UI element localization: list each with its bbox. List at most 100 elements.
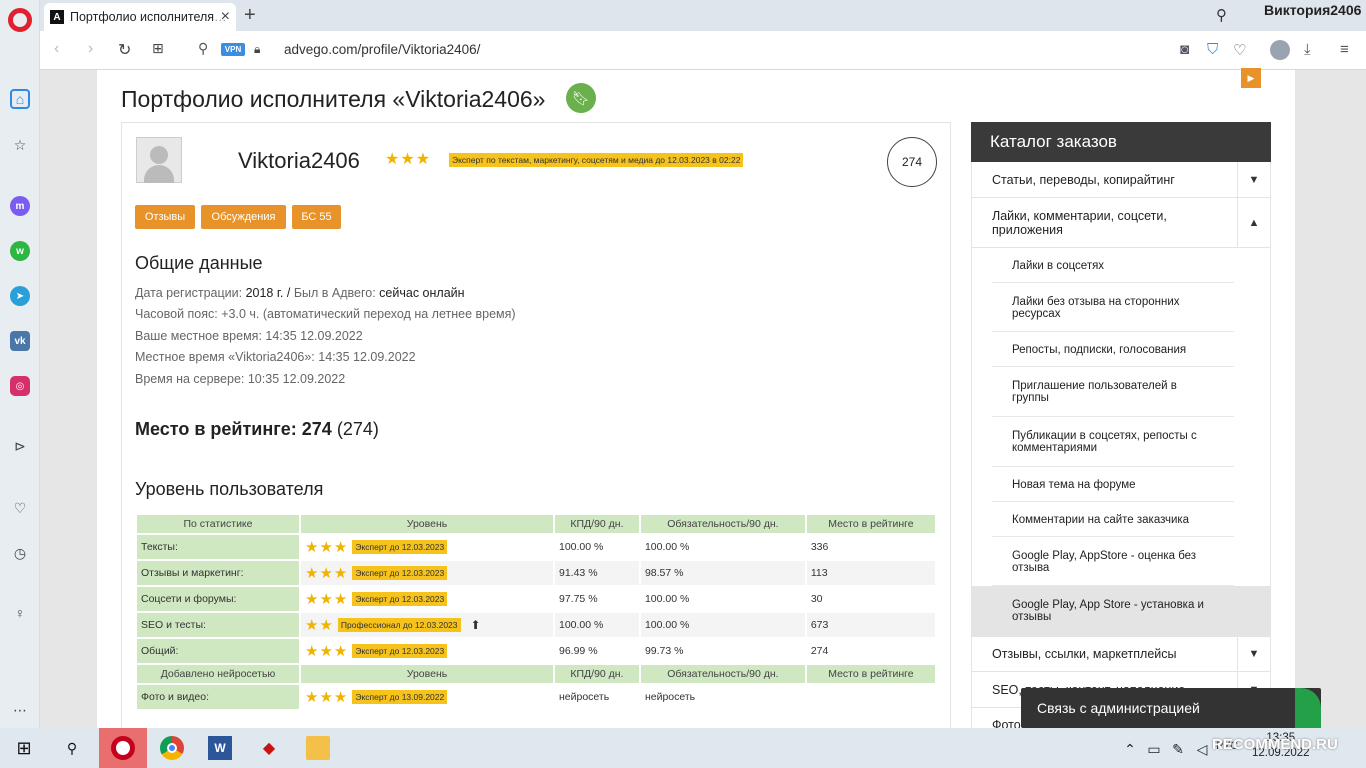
discussions-button[interactable]: Обсуждения: [201, 205, 286, 229]
table-row: Фото и видео: ★★★ Эксперт до 13.09.2022 н…: [137, 685, 935, 709]
catalog-subitem[interactable]: Лайки без отзыва на сторонних ресурсах: [971, 283, 1271, 332]
rank-line: Место в рейтинге: 274 (274): [135, 419, 379, 439]
level-heading: Уровень пользователя: [135, 479, 324, 499]
tips-icon[interactable]: ♀: [10, 603, 30, 623]
volume-icon[interactable]: ◁: [1190, 737, 1214, 761]
table-header-row-neuro: Добавлено нейросетью Уровень КПД/90 дн. Обя…: [137, 665, 935, 683]
new-tab-icon[interactable]: +: [244, 4, 256, 27]
explorer-icon[interactable]: [306, 736, 330, 760]
avatar: [136, 137, 182, 183]
tab-bar: A Портфолио исполнителя… × + ⚲ Виктория2…: [40, 0, 1366, 31]
catalog-subitem[interactable]: Google Play, AppStore - оценка без отзыв…: [971, 537, 1271, 586]
network-icon[interactable]: ▭: [1142, 737, 1166, 761]
tabs-grid-icon[interactable]: ⊞: [152, 40, 164, 57]
close-tab-icon[interactable]: ×: [221, 8, 230, 26]
watermark: RECOMMEND.RU: [1212, 736, 1338, 753]
app-icon[interactable]: ◆: [257, 736, 281, 760]
catalog-title: Каталог заказов: [971, 122, 1271, 162]
content-area: Портфолио исполнителя «Viktoria2406» 🔖︎ …: [97, 70, 1295, 742]
catalog-section[interactable]: Лайки, комментарии, соцсети, приложения ▲: [971, 198, 1271, 248]
user-time-info: Местное время «Viktoria2406»: 14:35 12.0…: [135, 350, 416, 364]
advego-favicon-icon: A: [50, 10, 64, 24]
support-chat-button[interactable]: Связь с администрацией: [1021, 688, 1321, 728]
timezone-info: Часовой пояс: +3.0 ч. (автоматический пе…: [135, 307, 516, 321]
star-icon[interactable]: ☆: [10, 135, 30, 155]
catalog-subitem[interactable]: Репосты, подписки, голосования: [971, 332, 1271, 367]
reload-icon[interactable]: ↻: [118, 40, 131, 60]
username: Viktoria2406: [238, 148, 360, 173]
bookmark-icon[interactable]: 🔖︎: [566, 83, 596, 113]
server-time-info: Время на сервере: 10:35 12.09.2022: [135, 372, 346, 386]
user-label: Виктория2406: [1264, 2, 1362, 18]
whatsapp-icon[interactable]: w: [10, 241, 30, 261]
tab-portfolio[interactable]: A Портфолио исполнителя… ×: [44, 3, 236, 31]
taskbar: ⊞ ⚲ W ◆ ⌃ ▭ ✎ ◁ РУС 13:35 12.09.2022 RECO…: [0, 728, 1366, 768]
general-heading: Общие данные: [135, 253, 263, 273]
vpn-badge[interactable]: VPN: [221, 43, 245, 56]
table-header-row: По статистике Уровень КПД/90 дн. Обязательн…: [137, 515, 935, 533]
catalog-subitem[interactable]: Комментарии на сайте заказчика: [971, 502, 1271, 537]
catalog-subitem-active[interactable]: Google Play, App Store - установка и отз…: [971, 586, 1271, 636]
telegram-icon[interactable]: ➤: [10, 286, 30, 306]
stats-table: По статистике Уровень КПД/90 дн. Обязательн…: [135, 513, 937, 711]
menu-icon[interactable]: ≡: [1340, 41, 1349, 58]
instagram-icon[interactable]: ◎: [10, 376, 30, 396]
table-row: Отзывы и маркетинг: ★★★ Эксперт до 12.03.…: [137, 561, 935, 585]
search-icon[interactable]: ⚲: [60, 736, 84, 760]
pen-icon[interactable]: ✎: [1166, 737, 1190, 761]
chrome-icon[interactable]: [160, 736, 184, 760]
expert-badge: Эксперт по текстам, маркетингу, соцсетям…: [449, 153, 744, 167]
table-row: SEO и тесты: ★★ Профессионал до 12.03.202…: [137, 613, 935, 637]
catalog-subitem[interactable]: Приглашение пользователей в группы: [971, 367, 1271, 417]
shield-icon[interactable]: ⛉: [1207, 41, 1218, 58]
catalog-panel: Каталог заказов Статьи, переводы, копира…: [971, 122, 1271, 742]
search-icon[interactable]: ⚲: [198, 40, 208, 57]
table-row: Тексты: ★★★ Эксперт до 12.03.2023 100.00 …: [137, 535, 935, 559]
download-icon[interactable]: ⤓: [1304, 41, 1311, 58]
lock-icon: 🔒︎: [254, 42, 261, 56]
tab-title: Портфолио исполнителя: [70, 10, 215, 24]
heart-icon[interactable]: ♡: [10, 498, 30, 518]
heart-icon[interactable]: ♡: [1233, 41, 1246, 59]
home-icon[interactable]: ⌂: [10, 89, 30, 109]
chevron-up-icon[interactable]: ▲: [1237, 198, 1270, 247]
catalog-subitem[interactable]: Лайки в соцсетях: [971, 248, 1271, 283]
catalog-section[interactable]: Статьи, переводы, копирайтинг ▼: [971, 162, 1271, 198]
reviews-button[interactable]: Отзывы: [135, 205, 195, 229]
side-tab-arrow-icon[interactable]: ▶: [1241, 68, 1261, 88]
registration-info: Дата регистрации: 2018 г. / Был в Адвего…: [135, 286, 465, 300]
camera-icon[interactable]: ◙: [1180, 41, 1189, 58]
catalog-subitem[interactable]: Публикации в соцсетях, репосты с коммент…: [971, 417, 1271, 467]
rank-circle: 274: [887, 137, 937, 187]
vk-icon[interactable]: vk: [10, 331, 30, 351]
profile-icon[interactable]: [1270, 40, 1290, 60]
windows-start-icon[interactable]: ⊞: [12, 736, 36, 760]
address-bar: ‹ › ↻ ⊞ ⚲ VPN 🔒︎ advego.com/profile/Vikt…: [40, 31, 1366, 70]
catalog-subitem[interactable]: Новая тема на форуме: [971, 467, 1271, 502]
bs-button[interactable]: БС 55: [292, 205, 341, 229]
profile-card: Viktoria2406 ★★★ Эксперт по текстам, мар…: [121, 122, 951, 742]
player-icon[interactable]: ⊳: [10, 436, 30, 456]
more-icon[interactable]: ⋯: [10, 700, 30, 720]
opera-logo-icon[interactable]: [8, 8, 32, 32]
rating-stars: ★★★: [385, 151, 432, 168]
page-viewport: Портфолио исполнителя «Viktoria2406» 🔖︎ …: [40, 70, 1366, 742]
back-icon[interactable]: ‹: [54, 40, 59, 58]
history-icon[interactable]: ◷: [10, 543, 30, 563]
catalog-section[interactable]: Отзывы, ссылки, маркетплейсы ▼: [971, 636, 1271, 672]
page-title: Портфолио исполнителя «Viktoria2406»: [121, 86, 546, 112]
table-row: Общий: ★★★ Эксперт до 12.03.2023 96.99 % 9…: [137, 639, 935, 663]
chevron-down-icon[interactable]: ▼: [1237, 637, 1270, 671]
local-time-info: Ваше местное время: 14:35 12.09.2022: [135, 329, 363, 343]
chevron-down-icon[interactable]: ▼: [1237, 162, 1270, 197]
tab-search-icon[interactable]: ⚲: [1216, 6, 1227, 24]
chevron-up-icon[interactable]: ⌃: [1118, 737, 1142, 761]
opera-sidebar: ⌂ ☆ m w ➤ vk ◎ ⊳ ♡ ◷ ♀ ⋯: [0, 0, 40, 728]
table-row: Соцсети и форумы: ★★★ Эксперт до 12.03.20…: [137, 587, 935, 611]
opera-taskbar-item[interactable]: [99, 728, 147, 768]
word-icon[interactable]: W: [208, 736, 232, 760]
messenger-icon[interactable]: m: [10, 196, 30, 216]
forward-icon[interactable]: ›: [88, 40, 93, 58]
url-field[interactable]: advego.com/profile/Viktoria2406/: [284, 42, 480, 57]
arrow-up-icon: ⬆: [470, 618, 481, 632]
